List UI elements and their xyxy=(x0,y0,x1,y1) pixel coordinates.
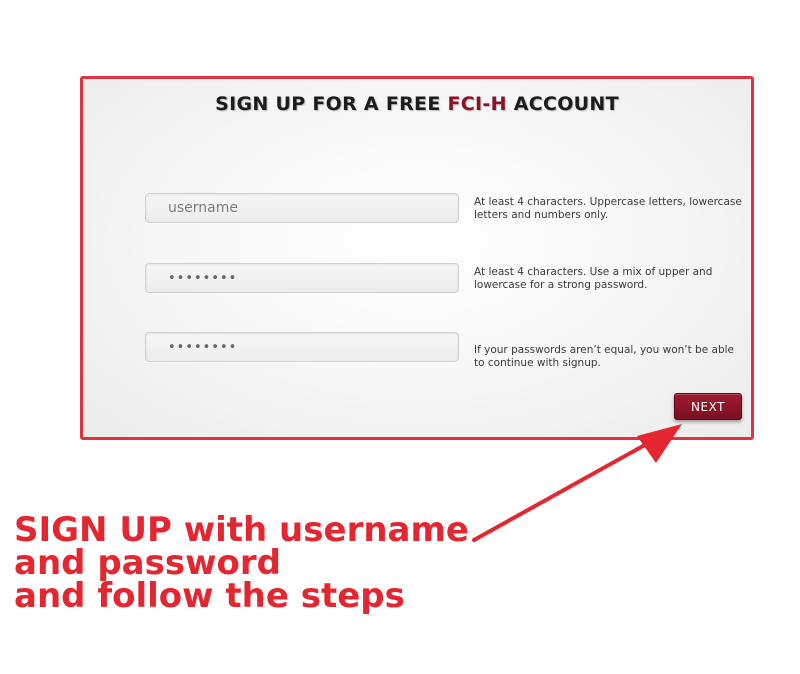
screenshot-stage: SIGN UP FOR A FREE FCI-H ACCOUNT At leas… xyxy=(0,0,800,674)
annotation-line-3: and follow the steps xyxy=(14,576,405,616)
annotation-text: SIGN UP with username and password and f… xyxy=(14,513,494,616)
